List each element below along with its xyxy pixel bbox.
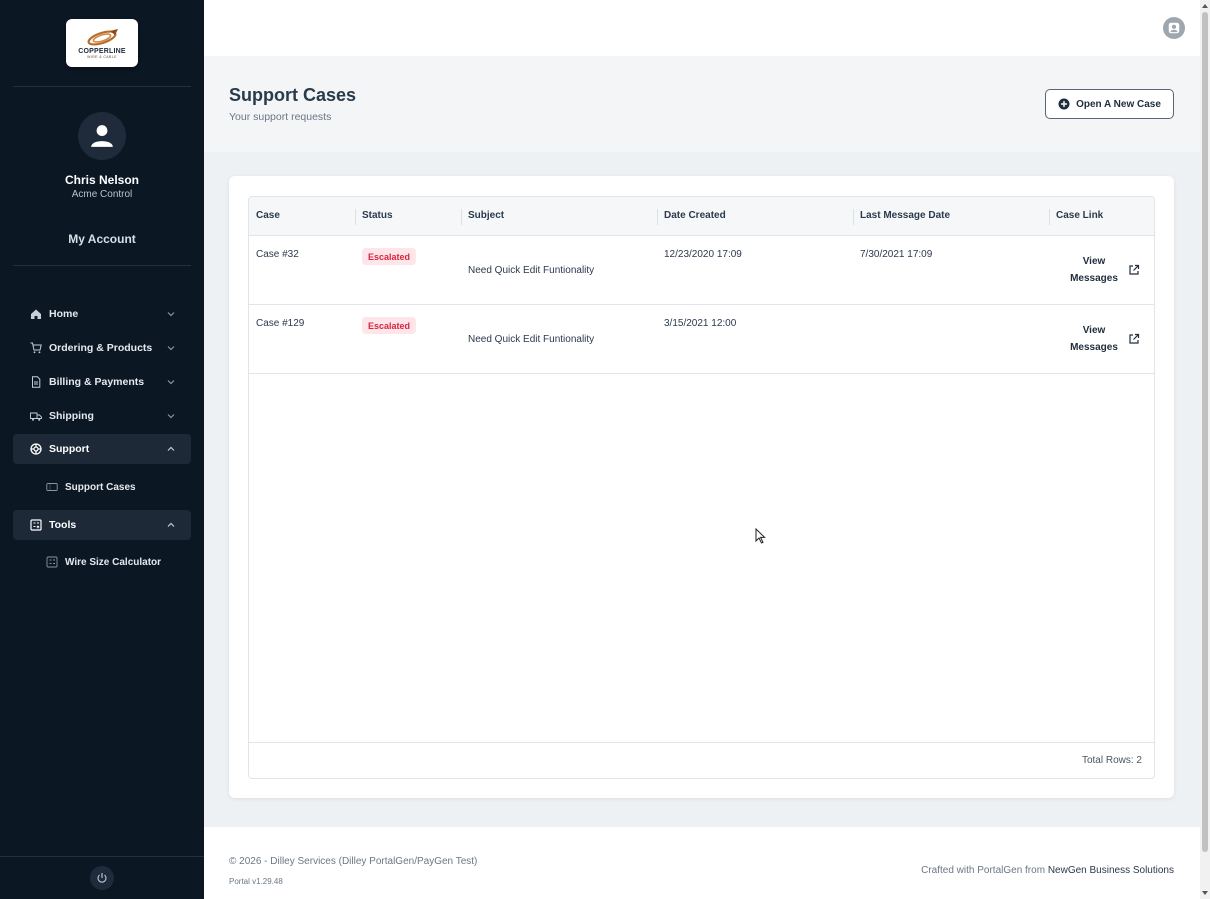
lifebuoy-icon	[30, 443, 42, 455]
case-number: Case #32	[256, 249, 299, 260]
sidebar-item-wire-size-calculator[interactable]: Wire Size Calculator	[13, 549, 191, 575]
truck-icon	[30, 410, 42, 422]
view-messages-link[interactable]: View Messages	[1064, 322, 1124, 356]
link-line: Messages	[1070, 342, 1118, 353]
case-subject: Need Quick Edit Funtionality	[468, 265, 595, 276]
external-link-icon[interactable]	[1128, 333, 1140, 345]
mouse-cursor-icon	[755, 528, 766, 544]
column-separator	[461, 209, 462, 225]
user-icon	[1168, 22, 1180, 34]
page-title: Support Cases	[229, 85, 357, 105]
newgen-link[interactable]: NewGen Business Solutions	[1048, 865, 1174, 876]
button-label: Open A New Case	[1076, 98, 1161, 110]
link-line: View	[1082, 256, 1106, 267]
calculator-icon	[30, 519, 42, 531]
nav-item-support[interactable]: Support	[13, 434, 191, 464]
case-number: Case #129	[256, 318, 305, 329]
scroll-up-arrow-icon[interactable]	[1201, 2, 1209, 10]
copyright-text: © 2026 - Dilley Services (Dilley PortalG…	[229, 856, 478, 867]
company-logo[interactable]: COPPERLINE WIRE & CABLE	[66, 19, 138, 67]
logo-subtext: WIRE & CABLE	[87, 55, 117, 59]
version-text: Portal v1.29.48	[229, 877, 283, 886]
logo-text: COPPERLINE	[78, 48, 126, 55]
logo-mark-icon	[87, 29, 118, 46]
sidebar: COPPERLINE WIRE & CABLE Chris Nelson Acm…	[0, 0, 204, 899]
profile-menu-button[interactable]	[1163, 17, 1185, 39]
date-created: 3/15/2021 12:00	[664, 318, 737, 329]
nav-item-tools[interactable]: Tools	[13, 510, 191, 540]
sidebar-item-support-cases[interactable]: Support Cases	[13, 474, 191, 500]
my-account-link[interactable]: My Account	[0, 232, 204, 246]
link-line: View	[1082, 325, 1106, 336]
table-row: Case #32 Escalated Need Quick Edit Funti…	[249, 236, 1154, 305]
open-new-case-button[interactable]: Open A New Case	[1045, 89, 1174, 119]
plus-circle-icon	[1058, 98, 1070, 110]
column-header-last-message-date[interactable]: Last Message Date	[860, 210, 950, 221]
chevron-up-icon	[167, 522, 175, 527]
cart-icon	[30, 342, 42, 354]
nav-label: Home	[49, 308, 79, 320]
sub-item-label: Wire Size Calculator	[65, 556, 162, 568]
column-header-subject[interactable]: Subject	[468, 210, 504, 221]
crafted-prefix: Crafted with PortalGen from	[921, 865, 1048, 876]
view-messages-link[interactable]: View Messages	[1064, 253, 1124, 287]
user-icon	[91, 125, 113, 147]
user-avatar	[78, 112, 126, 160]
cases-card: Case Status Subject Date Created Last Me…	[229, 176, 1174, 798]
status-badge: Escalated	[362, 317, 417, 334]
chevron-down-icon	[167, 346, 175, 351]
nav-label: Billing & Payments	[49, 376, 145, 388]
table-footer: Total Rows: 2	[249, 742, 1154, 778]
ticket-icon	[46, 481, 58, 493]
home-icon	[30, 308, 42, 320]
nav-label: Support	[49, 443, 90, 455]
user-company: Acme Control	[71, 189, 133, 200]
divider	[0, 856, 204, 857]
page-subtitle: Your support requests	[229, 111, 332, 123]
scroll-down-arrow-icon[interactable]	[1201, 889, 1209, 897]
nav-label: Ordering & Products	[49, 342, 153, 354]
divider	[13, 265, 191, 266]
column-separator	[355, 209, 356, 225]
document-icon	[30, 376, 42, 388]
nav-label: Shipping	[49, 410, 94, 422]
column-separator	[657, 209, 658, 225]
nav-item-ordering[interactable]: Ordering & Products	[13, 333, 191, 363]
link-line: Messages	[1070, 273, 1118, 284]
column-separator	[853, 209, 854, 225]
user-name: Chris Nelson	[64, 173, 139, 187]
chevron-down-icon	[167, 380, 175, 385]
nav-item-shipping[interactable]: Shipping	[13, 401, 191, 431]
column-header-case[interactable]: Case	[256, 210, 280, 221]
column-separator	[1049, 209, 1050, 225]
divider	[13, 86, 191, 87]
chevron-up-icon	[167, 446, 175, 451]
logout-button[interactable]	[90, 866, 114, 890]
scrollbar-thumb[interactable]	[1202, 12, 1208, 852]
nav-label: Tools	[49, 519, 77, 531]
sub-item-label: Support Cases	[65, 481, 136, 493]
column-header-date-created[interactable]: Date Created	[664, 210, 726, 221]
date-created: 12/23/2020 17:09	[664, 249, 742, 260]
total-rows: Total Rows: 2	[1081, 755, 1142, 766]
chevron-down-icon	[167, 312, 175, 317]
table-header: Case Status Subject Date Created Last Me…	[249, 197, 1154, 236]
column-header-status[interactable]: Status	[362, 210, 393, 221]
power-icon	[97, 873, 107, 883]
cases-table: Case Status Subject Date Created Last Me…	[248, 196, 1155, 779]
crafted-by-text: Crafted with PortalGen from NewGen Busin…	[921, 865, 1174, 876]
calculator-icon	[46, 556, 58, 568]
scrollbar[interactable]	[1200, 0, 1210, 899]
nav-item-home[interactable]: Home	[13, 299, 191, 329]
case-subject: Need Quick Edit Funtionality	[468, 334, 595, 345]
page-footer: © 2026 - Dilley Services (Dilley PortalG…	[204, 827, 1200, 899]
status-badge: Escalated	[362, 248, 417, 265]
nav-item-billing[interactable]: Billing & Payments	[13, 367, 191, 397]
column-header-case-link[interactable]: Case Link	[1056, 210, 1103, 221]
topbar	[204, 0, 1200, 56]
table-row: Case #129 Escalated Need Quick Edit Funt…	[249, 305, 1154, 374]
chevron-down-icon	[167, 414, 175, 419]
last-message-date: 7/30/2021 17:09	[860, 249, 933, 260]
external-link-icon[interactable]	[1128, 264, 1140, 276]
